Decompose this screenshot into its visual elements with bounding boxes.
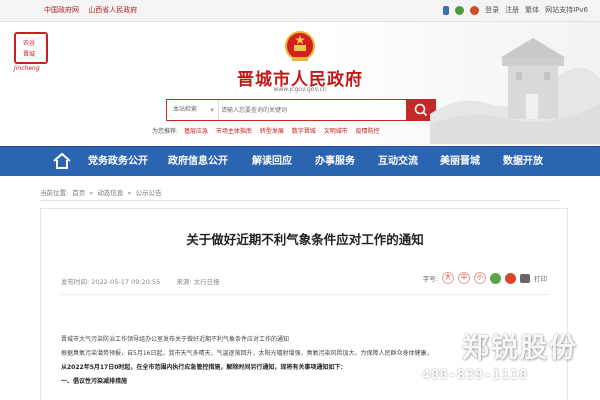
article-tools: 字号: 大 中 小 打印 (423, 272, 547, 284)
ipv6-label: 网站支持IPv6 (545, 6, 588, 14)
recommended-link[interactable]: 数字晋城 (292, 128, 316, 135)
breadcrumb-separator: » (89, 189, 94, 197)
article-paragraph: 根据臭氧污染潜势预报，自5月16日起，我市天气多晴天，气温逐渐回升，太阳光辐射增… (61, 350, 433, 357)
breadcrumb-separator: » (127, 189, 132, 197)
nav-item-interpretation[interactable]: 解读回应 (252, 147, 292, 177)
wechat-icon[interactable] (455, 5, 465, 15)
article-panel: 关于做好近期不利气象条件应对工作的通知 发布时间: 2022-05-17 09:… (40, 208, 568, 400)
font-size-label: 字号: (422, 275, 438, 283)
nav-item-interaction[interactable]: 互动交流 (378, 147, 418, 177)
print-button[interactable]: 打印 (534, 273, 547, 283)
article-source: 来源: 太行日报 (176, 278, 220, 286)
divider (40, 200, 560, 201)
breadcrumb: 当前位置: 首页 » 动态信息 » 公示公告 (40, 187, 164, 197)
search-input[interactable] (221, 102, 401, 118)
print-icon[interactable] (520, 273, 530, 283)
top-links: 中国政府网 山西省人民政府 (44, 5, 144, 15)
recommended-link[interactable]: 市场主体指南 (216, 128, 252, 135)
article-section-heading-text: 一、倡议性污染减排措施 (61, 378, 128, 385)
search-scope-select[interactable]: 本站检索 (167, 100, 219, 120)
nav-item-beautiful-jincheng[interactable]: 美丽晋城 (440, 147, 480, 177)
breadcrumb-news[interactable]: 动态信息 (97, 189, 123, 197)
nav-item-open-data[interactable]: 数据开放 (503, 147, 543, 177)
home-icon[interactable] (52, 151, 72, 171)
divider (61, 294, 549, 295)
article-emphasis: 从2022年5月17日0时起，在全市范围内执行应急管控措施，解除时间另行通知，现… (61, 364, 347, 371)
article-meta: 发布时间: 2022-05-17 09:20:55 来源: 太行日报 (61, 276, 234, 286)
nav-item-services[interactable]: 办事服务 (315, 147, 355, 177)
link-shanxi-gov[interactable]: 山西省人民政府 (88, 6, 137, 14)
register-link[interactable]: 注册 (505, 5, 519, 15)
site-header: 农谷 晋城 Jincheng 晋城市人民政府 www.jcgov.gov.cn … (0, 22, 600, 146)
recommended-link[interactable]: 转型发展 (260, 128, 284, 135)
seal-text-2: 晋城 (23, 51, 36, 58)
seal-stamp: 农谷 晋城 (14, 32, 48, 64)
font-size-medium-button[interactable]: 中 (458, 272, 470, 284)
traditional-chinese-link[interactable]: 繁体 (525, 5, 539, 15)
recommended-link[interactable]: 基层应急 (184, 128, 208, 135)
weibo-icon[interactable] (470, 5, 480, 15)
weibo-share-icon[interactable] (505, 272, 516, 284)
recommended-link[interactable]: 疫情防控 (356, 128, 380, 135)
article-title: 关于做好近期不利气象条件应对工作的通知 (186, 232, 424, 247)
article-body: 晋城市大气污染防治工作领导组办公室发布关于做好近期不利气象条件应对工作的通知 根… (61, 333, 549, 389)
breadcrumb-announcements[interactable]: 公示公告 (136, 189, 162, 197)
top-bar: 中国政府网 山西省人民政府 登录 注册 繁体 网站支持IPv6 (0, 0, 600, 22)
recommended-links: 为您推荐: 基层应急 市场主体指南 转型发展 数字晋城 文明城市 疫情防控 (152, 126, 386, 135)
top-right-tools: 登录 注册 繁体 网站支持IPv6 (443, 5, 588, 15)
font-size-small-button[interactable]: 小 (474, 272, 486, 284)
mobile-icon[interactable] (443, 5, 450, 15)
seal-text-1: 农谷 (23, 40, 36, 47)
main-nav: 党务政务公开 政府信息公开 解读回应 办事服务 互动交流 美丽晋城 数据开放 (0, 146, 600, 176)
city-gate-illustration (430, 38, 600, 144)
nav-item-gov-info[interactable]: 政府信息公开 (168, 147, 228, 177)
login-link[interactable]: 登录 (485, 5, 499, 15)
publish-time: 发布时间: 2022-05-17 09:20:55 (61, 278, 161, 286)
nav-item-party-gov-affairs[interactable]: 党务政务公开 (88, 147, 148, 177)
wechat-share-icon[interactable] (490, 272, 501, 284)
article-paragraph: 晋城市大气污染防治工作领导组办公室发布关于做好近期不利气象条件应对工作的通知 (61, 336, 290, 343)
article-paragraph: 从2022年5月17日0时起，在全市范围内执行应急管控措施，解除时间另行通知，现… (61, 361, 549, 375)
article-section-heading: 一、倡议性污染减排措施 (61, 375, 549, 389)
recommended-link[interactable]: 文明城市 (324, 128, 348, 135)
font-size-large-button[interactable]: 大 (442, 272, 454, 284)
national-emblem-icon (285, 31, 315, 61)
breadcrumb-home[interactable]: 首页 (72, 189, 85, 197)
recommended-label: 为您推荐: (152, 128, 179, 135)
link-gov-cn[interactable]: 中国政府网 (44, 6, 79, 14)
search-bar: 本站检索 (166, 99, 436, 121)
breadcrumb-label: 当前位置: (40, 189, 69, 197)
